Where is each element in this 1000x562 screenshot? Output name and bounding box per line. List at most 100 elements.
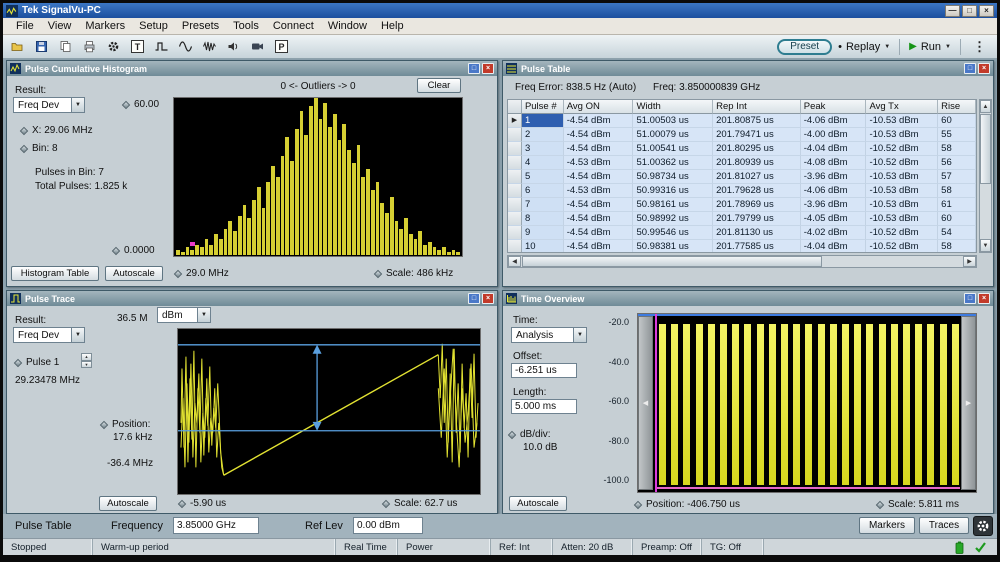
pulse-trace-chart[interactable] xyxy=(177,328,481,495)
panel-restore-button[interactable]: □ xyxy=(468,293,480,304)
row-selector[interactable]: ▶ xyxy=(508,114,522,128)
pan-handle-right[interactable]: ▶ xyxy=(961,316,976,490)
presets-p-button[interactable]: P xyxy=(271,37,292,57)
column-header-pulse-[interactable]: Pulse # xyxy=(522,100,564,114)
spin-down-icon[interactable]: ▼ xyxy=(81,361,92,369)
result-dropdown[interactable]: Freq Dev ▼ xyxy=(13,327,85,343)
adjust-knob-icon[interactable] xyxy=(122,100,130,108)
scrollbar-thumb[interactable] xyxy=(522,256,822,267)
table-row[interactable]: 3-4.54 dBm51.00541 us201.80295 us-4.04 d… xyxy=(508,142,976,156)
pulse-number-spinner[interactable]: ▲ ▼ xyxy=(81,353,92,368)
menu-view[interactable]: View xyxy=(41,19,79,33)
column-header-avg-tx[interactable]: Avg Tx xyxy=(866,100,938,114)
display-selector-label[interactable]: Pulse Table xyxy=(15,520,72,532)
horizontal-scrollbar[interactable]: ◀ ▶ xyxy=(507,255,977,268)
copy-button[interactable] xyxy=(55,37,76,57)
maximize-button[interactable]: □ xyxy=(962,5,977,17)
adjust-knob-icon[interactable] xyxy=(634,500,642,508)
menu-markers[interactable]: Markers xyxy=(78,19,132,33)
frequency-input[interactable] xyxy=(173,517,259,534)
pulse-trace-panel-titlebar[interactable]: Pulse Trace □ × xyxy=(7,291,497,306)
table-row[interactable]: ▶1-4.54 dBm51.00503 us201.80875 us-4.06 … xyxy=(508,114,976,128)
histogram-table-button[interactable]: Histogram Table xyxy=(11,266,99,281)
open-button[interactable] xyxy=(7,37,28,57)
modulation-display-button[interactable] xyxy=(199,37,220,57)
panel-restore-button[interactable]: □ xyxy=(964,293,976,304)
menu-window[interactable]: Window xyxy=(321,19,374,33)
panel-restore-button[interactable]: □ xyxy=(468,63,480,74)
audio-button[interactable] xyxy=(223,37,244,57)
capture-button[interactable] xyxy=(247,37,268,57)
column-header-rep-int[interactable]: Rep Int xyxy=(713,100,801,114)
panel-close-button[interactable]: × xyxy=(482,293,494,304)
histogram-panel-titlebar[interactable]: Pulse Cumulative Histogram □ × xyxy=(7,61,497,76)
row-selector[interactable] xyxy=(508,198,522,212)
row-selector[interactable] xyxy=(508,170,522,184)
scrollbar-thumb[interactable] xyxy=(980,114,991,184)
column-header-avg-on[interactable]: Avg ON xyxy=(564,100,634,114)
row-selector[interactable] xyxy=(508,184,522,198)
panel-close-button[interactable]: × xyxy=(978,63,990,74)
result-dropdown[interactable]: Freq Dev ▼ xyxy=(13,97,85,113)
more-options-icon[interactable]: ⋮ xyxy=(970,39,989,55)
autoscale-button[interactable]: Autoscale xyxy=(105,266,163,281)
autoscale-button[interactable]: Autoscale xyxy=(99,496,157,511)
traces-button[interactable]: Traces xyxy=(919,517,969,534)
preset-button[interactable]: Preset xyxy=(777,39,832,55)
panel-close-button[interactable]: × xyxy=(482,63,494,74)
time-overview-panel-titlebar[interactable]: Time Overview □ × xyxy=(503,291,993,306)
settings-button[interactable] xyxy=(103,37,124,57)
panel-close-button[interactable]: × xyxy=(978,293,990,304)
table-row[interactable]: 9-4.54 dBm50.99546 us201.81130 us-4.02 d… xyxy=(508,226,976,240)
spin-up-icon[interactable]: ▲ xyxy=(81,353,92,361)
spectrum-display-button[interactable] xyxy=(175,37,196,57)
panel-restore-button[interactable]: □ xyxy=(964,63,976,74)
row-selector[interactable] xyxy=(508,156,522,170)
pan-handle-left[interactable]: ◀ xyxy=(638,316,653,490)
adjust-knob-icon[interactable] xyxy=(20,144,28,152)
run-dropdown[interactable]: ▶ Run ▼ xyxy=(909,41,951,53)
adjust-knob-icon[interactable] xyxy=(178,499,186,507)
menu-file[interactable]: File xyxy=(9,19,41,33)
histogram-chart[interactable] xyxy=(173,97,463,257)
adjust-knob-icon[interactable] xyxy=(374,269,382,277)
adjust-knob-icon[interactable] xyxy=(112,246,120,254)
scroll-right-button[interactable]: ▶ xyxy=(963,256,976,267)
adjust-knob-icon[interactable] xyxy=(876,500,884,508)
adjust-knob-icon[interactable] xyxy=(382,499,390,507)
row-selector[interactable] xyxy=(508,240,522,253)
pulse-display-button[interactable] xyxy=(151,37,172,57)
length-input[interactable] xyxy=(511,399,577,414)
column-header-rise[interactable]: Rise xyxy=(938,100,976,114)
column-header-width[interactable]: Width xyxy=(633,100,713,114)
adjust-knob-icon[interactable] xyxy=(508,430,516,438)
replay-dropdown[interactable]: • Replay ▼ xyxy=(838,41,890,53)
display-title-button[interactable]: T xyxy=(127,37,148,57)
row-selector[interactable] xyxy=(508,212,522,226)
pulse-table-panel-titlebar[interactable]: Pulse Table □ × xyxy=(503,61,993,76)
menu-help[interactable]: Help xyxy=(374,19,411,33)
table-row[interactable]: 10-4.54 dBm50.98381 us201.77585 us-4.04 … xyxy=(508,240,976,253)
column-header-peak[interactable]: Peak xyxy=(801,100,867,114)
table-row[interactable]: 7-4.54 dBm50.98161 us201.78969 us-3.96 d… xyxy=(508,198,976,212)
autoscale-button[interactable]: Autoscale xyxy=(509,496,567,511)
print-button[interactable] xyxy=(79,37,100,57)
marker-indicator[interactable] xyxy=(190,242,195,246)
time-dropdown[interactable]: Analysis ▼ xyxy=(511,327,587,343)
row-selector[interactable] xyxy=(508,226,522,240)
table-row[interactable]: 4-4.53 dBm51.00362 us201.80939 us-4.08 d… xyxy=(508,156,976,170)
settings-gear-button[interactable] xyxy=(973,516,993,536)
close-button[interactable]: × xyxy=(979,5,994,17)
vertical-scrollbar[interactable]: ▲ ▼ xyxy=(979,99,992,253)
markers-button[interactable]: Markers xyxy=(859,517,915,534)
menu-presets[interactable]: Presets xyxy=(175,19,226,33)
table-row[interactable]: 8-4.54 dBm50.98992 us201.79799 us-4.05 d… xyxy=(508,212,976,226)
menu-tools[interactable]: Tools xyxy=(226,19,266,33)
adjust-knob-icon[interactable] xyxy=(174,269,182,277)
save-button[interactable] xyxy=(31,37,52,57)
time-overview-chart[interactable]: ◀ ▶ xyxy=(637,313,977,493)
offset-input[interactable] xyxy=(511,363,577,378)
scroll-left-button[interactable]: ◀ xyxy=(508,256,521,267)
analysis-start-marker[interactable] xyxy=(655,314,657,492)
scroll-up-button[interactable]: ▲ xyxy=(980,100,991,113)
